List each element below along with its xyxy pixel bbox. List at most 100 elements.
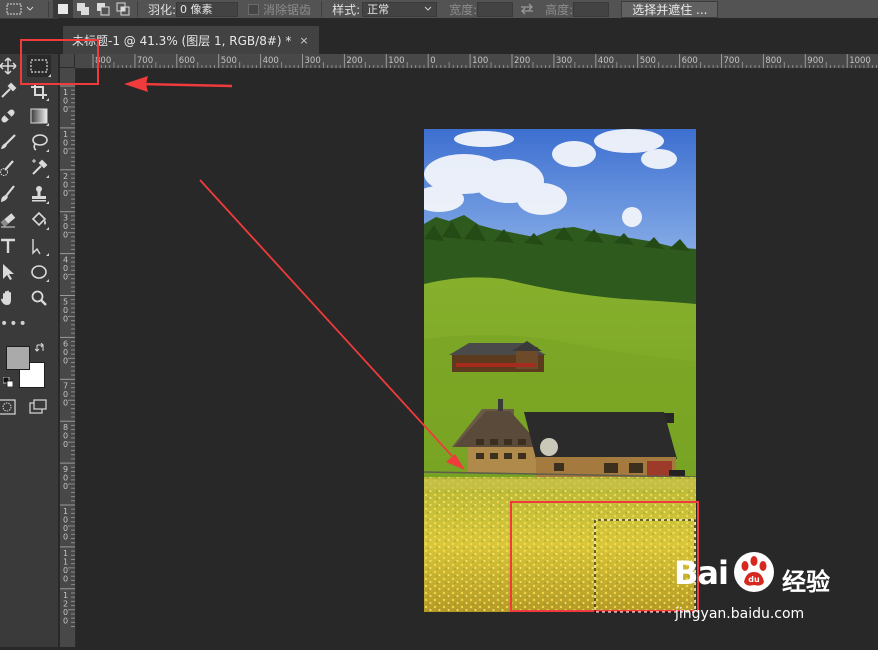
eyedropper-tool[interactable] xyxy=(0,81,18,101)
divider xyxy=(48,1,49,17)
arrow-cursor-icon xyxy=(3,264,14,280)
new-selection-icon xyxy=(58,4,68,14)
ruler-label: 1100 xyxy=(63,549,68,584)
document-canvas[interactable] xyxy=(424,129,696,612)
path-selection-tool[interactable] xyxy=(29,236,49,256)
crop-tool[interactable] xyxy=(29,81,49,101)
chevron-down-icon xyxy=(26,6,34,11)
paintbrush-icon xyxy=(1,185,15,202)
ellipse-tool[interactable] xyxy=(29,262,49,282)
paw-icon: du xyxy=(734,552,774,592)
ruler-label: 800 xyxy=(95,56,111,66)
quick-mask-button[interactable] xyxy=(0,397,17,417)
subtract-from-selection-button[interactable] xyxy=(93,0,113,18)
ruler-label: 300 xyxy=(63,214,68,240)
zoom-tool[interactable] xyxy=(29,288,49,308)
gradient-icon xyxy=(30,108,48,124)
antialias-checkbox[interactable] xyxy=(248,3,260,15)
swap-colors-icon[interactable] xyxy=(35,343,46,354)
gradient-tool[interactable] xyxy=(29,106,49,126)
style-select[interactable]: 正常 xyxy=(362,1,438,17)
hand-tool[interactable] xyxy=(0,288,18,308)
hand-icon xyxy=(1,290,11,305)
quick-selection-tool[interactable] xyxy=(0,158,18,178)
vertical-ruler[interactable]: 100 100 200 300 400 500 600 700 800 900 1000 1100 12… xyxy=(60,68,76,647)
ruler-label: 200 xyxy=(514,56,530,66)
move-icon xyxy=(0,57,17,75)
brush-tool[interactable] xyxy=(0,132,18,152)
width-label: 宽度: xyxy=(449,2,478,17)
ruler-label: 400 xyxy=(598,56,614,66)
horizontal-ruler[interactable]: 800 700 600 500 400 300 200 100 0 100 200 300 400 500… xyxy=(60,54,878,69)
quick-mask-icon xyxy=(0,399,16,415)
marquee-icon xyxy=(30,59,48,73)
ruler-label: 600 xyxy=(682,56,698,66)
close-tab-icon[interactable]: × xyxy=(299,34,308,47)
landscape-photo xyxy=(424,129,696,612)
feather-label: 羽化: xyxy=(148,2,177,17)
swap-dimensions-button[interactable] xyxy=(513,3,541,15)
height-input[interactable] xyxy=(573,1,610,17)
marquee-preset-icon xyxy=(6,3,22,15)
intersect-selection-button[interactable] xyxy=(113,0,133,18)
type-tool[interactable] xyxy=(0,236,18,256)
width-input[interactable] xyxy=(477,1,514,17)
subtract-selection-icon xyxy=(97,3,110,16)
history-brush-tool[interactable] xyxy=(0,184,18,204)
ruler-label: 900 xyxy=(63,465,68,491)
default-colors-icon[interactable] xyxy=(3,377,13,387)
swap-arrows-icon xyxy=(521,3,534,15)
move-tool[interactable] xyxy=(0,56,18,76)
ruler-label: 0 xyxy=(430,56,435,66)
ruler-label: 200 xyxy=(63,172,68,198)
ruler-label: 600 xyxy=(63,339,68,365)
ruler-label: 700 xyxy=(137,56,153,66)
ruler-label: 900 xyxy=(807,56,823,66)
eraser-tool[interactable] xyxy=(0,210,18,230)
ruler-origin[interactable] xyxy=(60,54,75,68)
ruler-label: 400 xyxy=(263,56,279,66)
ruler-label: 100 xyxy=(388,56,404,66)
color-sampler-tool[interactable] xyxy=(29,158,49,178)
rectangular-marquee-tool[interactable] xyxy=(27,55,51,77)
paint-bucket-tool[interactable] xyxy=(29,210,49,230)
baidu-jingyan-watermark: Bai du 经验 jingyan.baidu.com xyxy=(672,548,872,628)
ruler-label: 500 xyxy=(221,56,237,66)
foreground-color-swatch[interactable] xyxy=(6,346,30,370)
ruler-label: 700 xyxy=(63,381,68,407)
ruler-label: 1200 xyxy=(63,591,68,626)
tool-preset-picker[interactable] xyxy=(0,0,44,18)
style-select-value: 正常 xyxy=(367,3,390,16)
chevron-down-icon xyxy=(424,6,432,11)
stamp-tool[interactable] xyxy=(29,184,49,204)
feather-input[interactable]: 0 像素 xyxy=(176,1,239,17)
antialias-label: 消除锯齿 xyxy=(263,2,312,17)
watermark-url: jingyan.baidu.com xyxy=(675,606,805,622)
horizontal-ruler-scale: 800 700 600 500 400 300 200 100 0 100 200 300 400 500… xyxy=(92,54,878,68)
ruler-label: 400 xyxy=(63,256,68,282)
magnifier-icon xyxy=(31,290,47,306)
add-to-selection-button[interactable] xyxy=(73,0,93,18)
screen-mode-button[interactable] xyxy=(28,397,48,417)
healing-brush-tool[interactable] xyxy=(0,106,18,126)
select-and-mask-button[interactable]: 选择并遮住 ... xyxy=(621,0,719,18)
type-icon xyxy=(1,238,15,253)
ruler-label: 100 xyxy=(63,130,68,156)
quick-selection-icon xyxy=(0,160,14,176)
ruler-label: 100 xyxy=(63,88,68,114)
add-selection-icon xyxy=(77,3,89,15)
style-label: 样式: xyxy=(332,2,361,17)
document-tab[interactable]: 未标题-1 @ 41.3% (图层 1, RGB/8#) * × xyxy=(63,26,319,54)
new-selection-button[interactable] xyxy=(53,0,73,18)
lasso-tool[interactable] xyxy=(29,132,49,152)
bandage-icon xyxy=(1,109,15,123)
document-tab-bar: 未标题-1 @ 41.3% (图层 1, RGB/8#) * × xyxy=(58,18,878,54)
divider xyxy=(137,1,138,17)
ruler-label: 300 xyxy=(556,56,572,66)
divider xyxy=(321,1,323,17)
vertical-ruler-scale: 1 0 0 1 0 0 2 0 0 3 0 0 4 0 0 5 0 0 6 0 0 7 0 0 8 0 0 9 0 0 1 0 0 0 1 1 0 0 1 2… xyxy=(60,85,75,628)
direct-selection-tool[interactable] xyxy=(0,262,18,282)
ruler-label: 800 xyxy=(63,423,68,449)
more-tools-icon[interactable]: ••• xyxy=(0,316,27,332)
ruler-label: 200 xyxy=(346,56,362,66)
